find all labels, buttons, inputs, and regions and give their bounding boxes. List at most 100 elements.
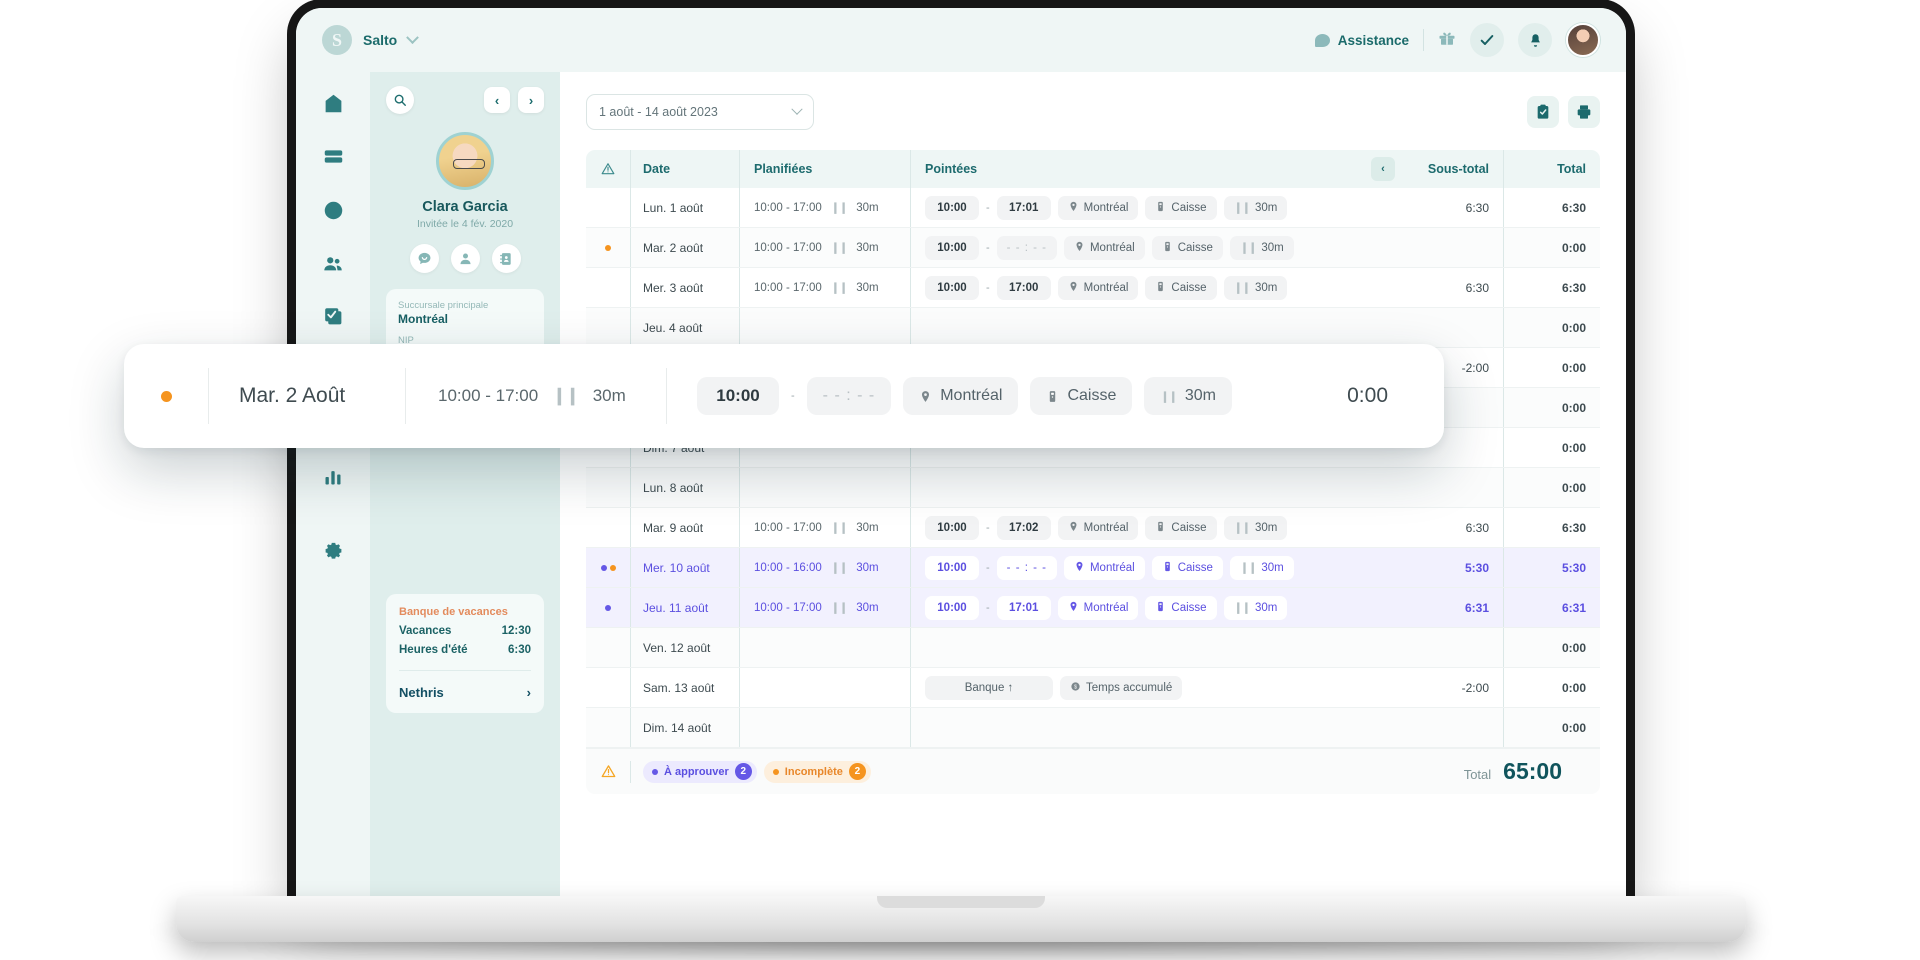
highlighted-row-overlay[interactable]: Mar. 2 Août 10:00 - 17:00 ❙❙ 30m 10:00 -… (124, 344, 1444, 448)
location-chip[interactable]: Montréal (1058, 276, 1139, 300)
break-chip[interactable]: ❙❙30m (1224, 196, 1288, 220)
punch-time-chip[interactable]: 10:00 (925, 556, 979, 580)
table-row[interactable]: Dim. 14 août 0:00 (586, 708, 1600, 748)
notifications-button[interactable] (1518, 23, 1552, 57)
sidebar-item-schedule[interactable] (316, 141, 350, 172)
break-chip[interactable]: ❙❙30m (1230, 556, 1294, 580)
row-total: 0:00 (1504, 641, 1600, 655)
overlay-role-chip[interactable]: Caisse (1030, 377, 1132, 415)
approve-clipboard-icon[interactable] (1527, 96, 1559, 128)
profile-icon[interactable] (451, 244, 480, 273)
punch-time-chip[interactable]: 17:01 (997, 596, 1051, 620)
role-chip[interactable]: Caisse (1152, 556, 1223, 580)
sidebar-item-home[interactable] (316, 88, 350, 119)
contact-card-icon[interactable] (492, 244, 521, 273)
row-date: Jeu. 4 août (631, 321, 739, 335)
break-chip[interactable]: ❙❙30m (1224, 596, 1288, 620)
brand[interactable]: S Salto (322, 25, 417, 55)
row-status-dots (586, 605, 630, 611)
orange-dot-icon (773, 769, 779, 775)
sidebar-item-timesheets[interactable] (316, 195, 350, 226)
role-chip[interactable]: Caisse (1145, 276, 1216, 300)
payroll-provider-link[interactable]: Nethris › (399, 685, 531, 700)
row-total: 0:00 (1504, 321, 1600, 335)
sidebar-item-people[interactable] (316, 248, 350, 279)
break-label: 30m (1255, 202, 1277, 214)
gift-icon[interactable] (1438, 29, 1456, 52)
location-chip[interactable]: Montréal (1058, 516, 1139, 540)
overlay-role-label: Caisse (1067, 387, 1116, 405)
sidebar-item-settings[interactable] (316, 537, 350, 568)
punch-empty-chip[interactable]: - - : - - (997, 556, 1057, 580)
status-badge-incomplete[interactable]: Incomplète 2 (764, 761, 871, 783)
punch-dash: - (986, 562, 990, 574)
status-badge-to-approve[interactable]: À approuver 2 (643, 761, 757, 783)
table-row[interactable]: Mer. 10 août 10:00 - 16:00❙❙30m 10:00-- … (586, 548, 1600, 588)
timesheet-table: Date Planifiées Pointées ‹ Sous-total To… (586, 150, 1600, 794)
column-header-planned[interactable]: Planifiées (740, 162, 910, 176)
break-chip[interactable]: ❙❙30m (1224, 516, 1288, 540)
message-icon[interactable] (410, 244, 439, 273)
punch-time-chip[interactable]: 10:00 (925, 276, 979, 300)
break-chip[interactable]: ❙❙30m (1230, 236, 1294, 260)
role-chip[interactable]: Caisse (1145, 196, 1216, 220)
avatar[interactable] (1566, 23, 1600, 57)
role-chip[interactable]: Caisse (1145, 516, 1216, 540)
table-row[interactable]: Mar. 9 août 10:00 - 17:00❙❙30m 10:00-17:… (586, 508, 1600, 548)
overlay-break-chip[interactable]: ❙❙ 30m (1144, 377, 1232, 415)
punch-time-chip[interactable]: 10:00 (925, 196, 979, 220)
overlay-punch-out[interactable]: - - : - - (807, 377, 892, 415)
punch-time-chip[interactable]: 10:00 (925, 516, 979, 540)
sidebar-item-tasks[interactable] (316, 301, 350, 332)
print-icon[interactable] (1568, 96, 1600, 128)
punch-time-chip[interactable]: 17:01 (997, 196, 1051, 220)
row-total: 0:00 (1504, 721, 1600, 735)
date-range-select[interactable]: 1 août - 14 août 2023 (586, 94, 814, 130)
location-chip[interactable]: Montréal (1058, 596, 1139, 620)
laptop-base (176, 896, 1746, 942)
location-chip[interactable]: Montréal (1058, 196, 1139, 220)
break-chip[interactable]: ❙❙30m (1224, 276, 1288, 300)
location-chip[interactable]: Montréal (1064, 556, 1145, 580)
overlay-location-chip[interactable]: Montréal (903, 377, 1018, 415)
table-row[interactable]: Lun. 1 août 10:00 - 17:00❙❙30m 10:00-17:… (586, 188, 1600, 228)
accrued-time-chip[interactable]: $Temps accumulé (1060, 676, 1182, 700)
prev-employee-label: ‹ (495, 94, 499, 107)
role-chip[interactable]: Caisse (1145, 596, 1216, 620)
location-pin-icon (1068, 281, 1079, 295)
location-label: Montréal (1084, 202, 1129, 214)
chevron-down-icon[interactable] (406, 31, 419, 44)
next-employee-button[interactable]: › (518, 87, 544, 113)
location-pin-icon (1068, 521, 1079, 535)
location-chip[interactable]: Montréal (1064, 236, 1145, 260)
role-chip[interactable]: Caisse (1152, 236, 1223, 260)
table-row[interactable]: Ven. 12 août 0:00 (586, 628, 1600, 668)
bank-chip[interactable]: Banque ↑ (925, 676, 1053, 700)
overlay-punch-chips: 10:00 - - - : - - Montréal Caisse ❙❙ 30m (667, 377, 1232, 415)
table-row[interactable]: Mar. 2 août 10:00 - 17:00❙❙30m 10:00-- -… (586, 228, 1600, 268)
overlay-punch-in[interactable]: 10:00 (697, 377, 779, 415)
punch-time-chip[interactable]: 17:00 (997, 276, 1051, 300)
table-row[interactable]: Sam. 13 août Banque ↑$Temps accumulé -2:… (586, 668, 1600, 708)
search-button[interactable] (386, 86, 414, 114)
punch-time-chip[interactable]: 10:00 (925, 596, 979, 620)
punch-time-chip[interactable]: 17:02 (997, 516, 1051, 540)
sidebar-item-reports[interactable] (316, 461, 350, 492)
break-icon: ❙❙ (831, 241, 847, 254)
brand-name: Salto (363, 32, 397, 48)
table-row[interactable]: Jeu. 4 août 0:00 (586, 308, 1600, 348)
punch-time-chip[interactable]: 10:00 (925, 236, 979, 260)
table-row[interactable]: Mer. 3 août 10:00 - 17:00❙❙30m 10:00-17:… (586, 268, 1600, 308)
column-header-punched[interactable]: Pointées (911, 162, 1371, 176)
location-label: Montréal (1084, 522, 1129, 534)
prev-employee-button[interactable]: ‹ (484, 87, 510, 113)
column-header-date[interactable]: Date (631, 162, 739, 176)
check-circle-button[interactable] (1470, 23, 1504, 57)
assistance-button[interactable]: Assistance (1315, 33, 1409, 48)
punch-empty-chip[interactable]: - - : - - (997, 236, 1057, 260)
collapse-subtotal-button[interactable]: ‹ (1371, 157, 1395, 181)
person-panel: ‹ › Clara Garcia Invitée le 4 fév. 2020 (370, 72, 560, 898)
table-row[interactable]: Lun. 8 août 0:00 (586, 468, 1600, 508)
table-row[interactable]: Jeu. 11 août 10:00 - 17:00❙❙30m 10:00-17… (586, 588, 1600, 628)
row-total: 0:00 (1504, 481, 1600, 495)
